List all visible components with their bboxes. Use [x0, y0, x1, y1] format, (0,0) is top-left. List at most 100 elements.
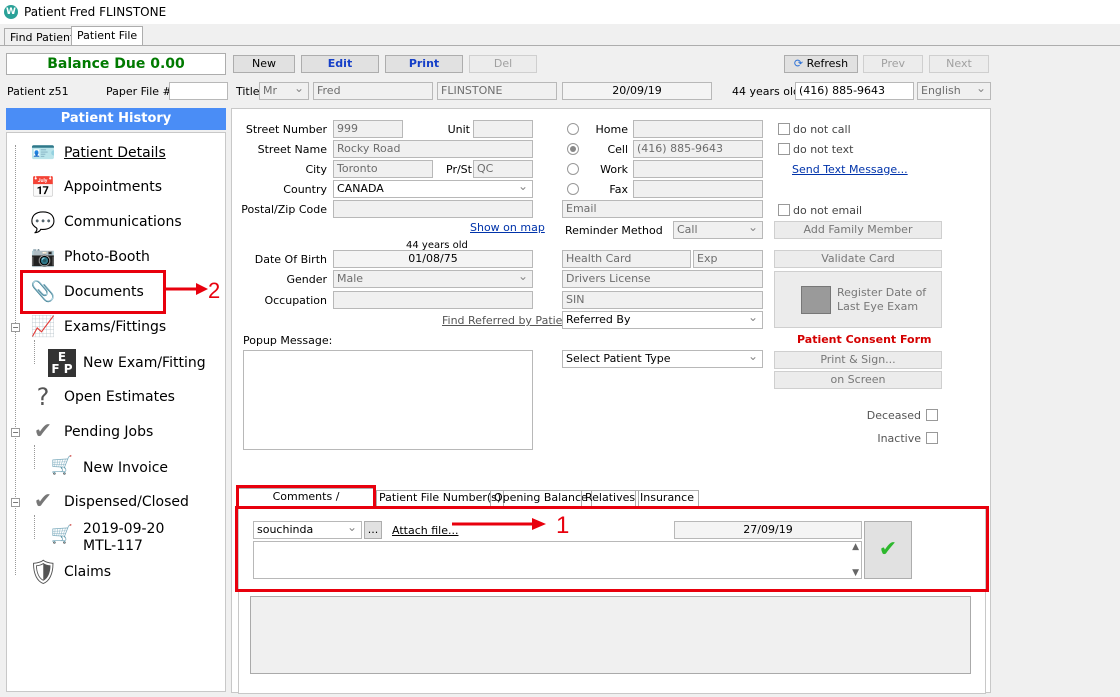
register-eye-exam-line-1: Register Date of [837, 286, 927, 299]
work-label: Work [600, 163, 628, 176]
balance-due: Balance Due 0.00 [6, 53, 226, 75]
language-select[interactable]: English [917, 82, 991, 100]
do-not-email-checkbox[interactable] [778, 204, 790, 216]
referred-by-select[interactable]: Referred By [562, 311, 763, 329]
add-family-member-button[interactable]: Add Family Member [774, 221, 942, 239]
home-label: Home [595, 123, 628, 136]
last-name-field[interactable]: FLINSTONE [437, 82, 557, 100]
street-number-field[interactable]: 999 [333, 120, 403, 138]
show-on-map-link[interactable]: Show on map [470, 221, 545, 234]
do-not-text-label: do not text [793, 143, 854, 156]
fax-radio[interactable] [567, 183, 579, 195]
work-phone-field[interactable] [633, 160, 763, 178]
send-text-message-link[interactable]: Send Text Message... [792, 163, 908, 176]
patient-id: Patient z51 [7, 85, 69, 98]
collapse-pending-icon[interactable]: − [11, 428, 20, 437]
first-name-field[interactable]: Fred [313, 82, 433, 100]
patient-type-select[interactable]: Select Patient Type [562, 350, 763, 368]
unit-field[interactable] [473, 120, 533, 138]
tab-patient-file[interactable]: Patient File [71, 26, 144, 46]
do-not-call-checkbox[interactable] [778, 123, 790, 135]
green-check-icon: ✔ [878, 537, 898, 562]
health-card-exp-field[interactable]: Exp [693, 250, 763, 268]
email-field[interactable]: Email [562, 200, 763, 218]
sidebar-item-pending-jobs[interactable]: Pending Jobs [64, 424, 153, 440]
tab-patient-file-numbers[interactable]: Patient File Number(s) [376, 490, 505, 506]
save-comment-button[interactable]: ✔ [864, 521, 912, 579]
comment-user-select[interactable]: souchinda [253, 521, 362, 539]
paper-file-input[interactable] [169, 82, 228, 100]
on-screen-button[interactable]: on Screen [774, 371, 942, 389]
cell-radio[interactable] [567, 143, 579, 155]
sidebar-item-appointments[interactable]: Appointments [64, 179, 162, 195]
cell-label: Cell [607, 143, 628, 156]
city-label: City [305, 163, 327, 176]
city-field[interactable]: Toronto [333, 160, 433, 178]
validate-card-button[interactable]: Validate Card [774, 250, 942, 268]
prev-button[interactable]: Prev [863, 55, 923, 73]
user-picker-button[interactable]: ... [364, 521, 382, 539]
scroll-up-icon[interactable]: ▲ [852, 542, 859, 552]
tab-opening-balance[interactable]: Opening Balance [490, 490, 592, 506]
scroll-down-icon[interactable]: ▼ [852, 568, 859, 578]
dob-field[interactable]: 01/08/75 [333, 250, 533, 268]
deceased-checkbox[interactable] [926, 409, 938, 421]
comment-date-field[interactable]: 27/09/19 [674, 521, 862, 539]
attach-file-link[interactable]: Attach file... [392, 524, 458, 537]
prst-field[interactable]: QC [473, 160, 533, 178]
new-button[interactable]: New [233, 55, 295, 73]
sidebar-item-photo-booth[interactable]: Photo-Booth [64, 249, 150, 265]
collapse-dispensed-icon[interactable]: − [11, 498, 20, 507]
occupation-field[interactable] [333, 291, 533, 309]
sidebar-item-claims[interactable]: Claims [64, 564, 111, 580]
collapse-exams-icon[interactable]: − [11, 323, 20, 332]
fax-field[interactable] [633, 180, 763, 198]
refresh-button[interactable]: ⟳ Refresh [784, 55, 858, 73]
do-not-text-checkbox[interactable] [778, 143, 790, 155]
sidebar-item-open-estimates[interactable]: Open Estimates [64, 389, 175, 405]
postal-field[interactable] [333, 200, 533, 218]
invoice-cart-icon-2: 🛒 [50, 524, 74, 545]
register-eye-exam-button[interactable]: Register Date of Last Eye Exam [774, 271, 942, 328]
delete-button[interactable]: Del [469, 55, 537, 73]
phone-field[interactable]: (416) 885-9643 [795, 82, 914, 100]
reminder-method-select[interactable]: Call [673, 221, 763, 239]
sin-field[interactable]: SIN [562, 291, 763, 309]
home-phone-field[interactable] [633, 120, 763, 138]
country-select[interactable]: CANADA [333, 180, 533, 198]
popup-message-textarea[interactable] [243, 350, 533, 450]
print-sign-button[interactable]: Print & Sign... [774, 351, 942, 369]
gender-select[interactable]: Male [333, 270, 533, 288]
title-select[interactable]: Mr [259, 82, 309, 100]
sidebar-item-invoice-date[interactable]: 2019-09-20 [83, 521, 164, 537]
comment-textarea[interactable]: ▲ ▼ [253, 541, 862, 579]
attachments-list[interactable] [250, 596, 971, 674]
tab-relatives[interactable]: Relatives [581, 490, 640, 506]
next-button[interactable]: Next [929, 55, 989, 73]
street-name-field[interactable]: Rocky Road [333, 140, 533, 158]
sidebar-item-new-exam[interactable]: New Exam/Fitting [83, 355, 206, 371]
work-radio[interactable] [567, 163, 579, 175]
tab-find-patient[interactable]: Find Patient [4, 28, 81, 46]
home-radio[interactable] [567, 123, 579, 135]
sidebar-item-communications[interactable]: Communications [64, 214, 182, 230]
visit-date-field[interactable]: 20/09/19 [562, 82, 712, 100]
sidebar-item-new-invoice[interactable]: New Invoice [83, 460, 168, 476]
find-referred-link[interactable]: Find Referred by Patient [442, 314, 574, 327]
tree-line-pending [34, 445, 35, 469]
print-button[interactable]: Print [385, 55, 463, 73]
inactive-checkbox[interactable] [926, 432, 938, 444]
sidebar-item-patient-details[interactable]: Patient Details [64, 145, 166, 161]
health-card-field[interactable]: Health Card [562, 250, 691, 268]
deceased-label: Deceased [866, 409, 921, 422]
sidebar-item-exams[interactable]: Exams/Fittings [64, 319, 166, 335]
tab-insurance[interactable]: Insurance [635, 490, 699, 506]
shield-icon: 🛡 [28, 558, 59, 586]
sidebar-item-invoice-code[interactable]: MTL-117 [83, 538, 143, 554]
question-mark-icon: ? [36, 383, 50, 411]
fax-label: Fax [609, 183, 628, 196]
drivers-license-field[interactable]: Drivers License [562, 270, 763, 288]
sidebar-item-dispensed[interactable]: Dispensed/Closed [64, 494, 189, 510]
cell-phone-field[interactable]: (416) 885-9643 [633, 140, 763, 158]
edit-button[interactable]: Edit [301, 55, 379, 73]
